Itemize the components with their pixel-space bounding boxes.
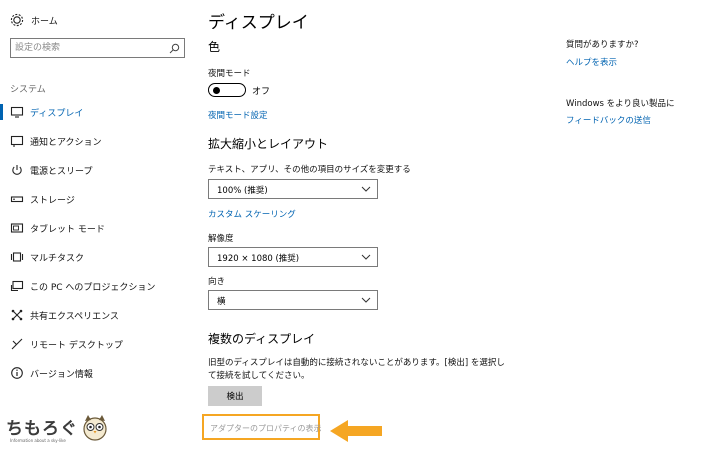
night-mode-state: オフ [252,87,271,97]
question-heading: 質問がありますか? [566,40,639,50]
main-content: ディスプレイ 色 夜間モード オフ 夜間モード設定 拡大縮小とレイアウト テキス… [192,0,552,451]
sidebar-item-shared-experiences[interactable]: 共有エクスペリエンス [0,301,192,329]
resolution-value: 1920 × 1080 (推奨) [217,254,300,264]
detect-button[interactable]: 検出 [208,386,262,406]
resolution-dropdown[interactable]: 1920 × 1080 (推奨) [208,247,378,267]
sidebar-item-label: ホーム [31,16,58,27]
chevron-down-icon [361,186,371,192]
scale-dropdown[interactable]: 100% (推奨) [208,179,378,199]
site-logo: ちもろぐ Information about a sky-like [6,410,110,446]
section-heading: システム [10,85,46,95]
custom-scaling-link[interactable]: カスタム スケーリング [208,208,296,220]
night-mode-settings-link[interactable]: 夜間モード設定 [208,109,268,121]
size-label: テキスト、アプリ、その他の項目のサイズを変更する [208,165,411,175]
sidebar-item-power[interactable]: 電源とスリープ [0,156,192,184]
sidebar-item-projection[interactable]: この PC へのプロジェクション [0,272,192,300]
orientation-value: 横 [217,297,226,307]
related-panel: 質問がありますか? ヘルプを表示 Windows をより良い製品に フィードバッ… [560,0,718,451]
storage-icon [10,196,24,203]
feedback-link[interactable]: フィードバックの送信 [566,114,651,126]
adapter-properties-link[interactable]: アダプターのプロパティの表示 [210,423,322,434]
sidebar-item-label: 共有エクスペリエンス [30,311,119,322]
detect-description-line1: 旧型のディスプレイは自動的に接続されないことがあります。[検出] を選択し [208,358,505,368]
owl-mascot-icon [83,415,107,441]
sidebar-item-label: マルチタスク [30,253,85,264]
arrow-left-icon [330,420,382,442]
sidebar-item-notifications[interactable]: 通知とアクション [0,127,192,155]
shared-experience-icon [11,309,23,321]
logo-text: ちもろぐ [6,419,78,439]
resolution-label: 解像度 [208,234,234,244]
tablet-icon [10,223,24,233]
sidebar-item-label: 電源とスリープ [30,166,93,177]
remote-desktop-icon [11,338,23,350]
search-field[interactable] [10,38,185,58]
adapter-highlight-box: アダプターのプロパティの表示 [202,414,322,440]
chevron-down-icon [361,297,371,303]
sidebar-item-tablet[interactable]: タブレット モード [0,214,192,242]
sidebar-item-label: タブレット モード [30,224,105,235]
scale-value: 100% (推奨) [217,186,268,196]
toggle-knob [213,86,220,94]
sidebar-item-label: この PC へのプロジェクション [30,282,156,293]
sidebar-item-label: ストレージ [30,195,75,206]
chevron-down-icon [361,254,371,260]
orientation-dropdown[interactable]: 横 [208,290,378,310]
sidebar-item-display[interactable]: ディスプレイ [0,98,192,126]
help-link[interactable]: ヘルプを表示 [566,56,617,68]
gear-icon [10,13,24,27]
logo-tagline: Information about a sky-like [10,438,66,443]
sidebar-item-label: リモート デスクトップ [30,340,123,351]
night-mode-label: 夜間モード [208,69,251,79]
monitor-icon [10,106,24,118]
section-heading-scale: 拡大縮小とレイアウト [208,137,329,151]
night-mode-toggle[interactable] [208,83,246,97]
section-heading-multiple-displays: 複数のディスプレイ [208,332,316,346]
projection-icon [10,280,24,292]
section-heading-color: 色 [208,40,221,54]
sidebar-item-home[interactable]: ホーム [0,6,192,34]
power-icon [12,165,22,175]
sidebar-item-label: 通知とアクション [30,137,102,148]
sidebar-item-label: バージョン情報 [30,369,93,380]
sidebar-item-remote-desktop[interactable]: リモート デスクトップ [0,330,192,358]
sidebar: ホーム システム ディスプレイ 通知とアクション 電源とスリープ [0,0,192,451]
page-title: ディスプレイ [208,13,309,33]
orientation-label: 向き [208,277,226,287]
search-input[interactable] [15,41,165,55]
info-icon [11,367,23,379]
search-icon[interactable] [169,43,180,54]
improve-heading: Windows をより良い製品に [566,99,675,109]
sidebar-item-multitask[interactable]: マルチタスク [0,243,192,271]
notification-icon [10,135,24,147]
sidebar-item-storage[interactable]: ストレージ [0,185,192,213]
sidebar-item-about[interactable]: バージョン情報 [0,359,192,387]
multitask-icon [10,252,24,262]
detect-description-line2: て接続を試してください。 [208,371,310,381]
sidebar-item-label: ディスプレイ [30,108,84,119]
